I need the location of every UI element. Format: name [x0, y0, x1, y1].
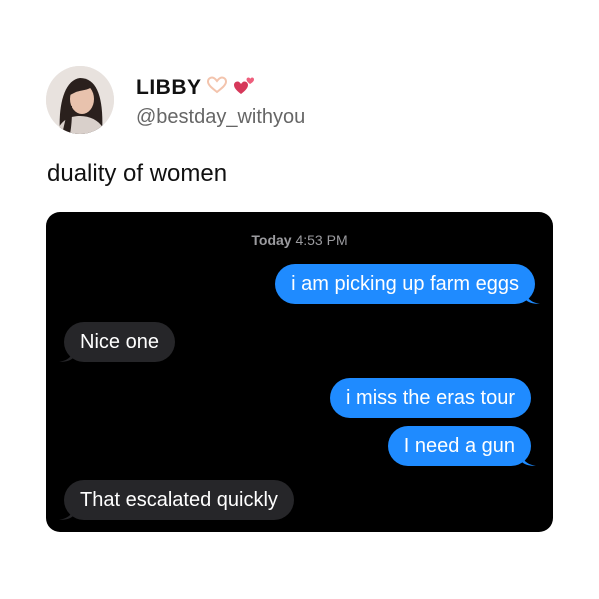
- user-handle[interactable]: @bestday_withyou: [136, 106, 305, 129]
- message-text: I need a gun: [403, 435, 515, 457]
- avatar-image: [46, 66, 114, 134]
- bubble-tail-icon: [59, 506, 73, 520]
- timestamp-time: 4:53 PM: [295, 232, 348, 248]
- bubble-tail-icon: [522, 452, 536, 466]
- message-text: Nice one: [80, 331, 159, 353]
- message-text: i am picking up farm eggs: [291, 273, 519, 295]
- heart-hands-icon: [206, 76, 228, 99]
- tweet-text: duality of women: [47, 160, 228, 187]
- bubble-tail-icon: [59, 348, 73, 362]
- two-hearts-icon: [232, 74, 256, 101]
- message-bubble-received: Nice one: [59, 322, 175, 362]
- message-bubble-sent: i miss the eras tour: [330, 378, 531, 418]
- chat-timestamp: Today 4:53 PM: [46, 232, 553, 248]
- name-row: LIBBY: [136, 74, 256, 101]
- message-bubble-received: That escalated quickly: [59, 480, 294, 520]
- message-bubble-sent: i am picking up farm eggs: [275, 264, 540, 304]
- timestamp-day: Today: [251, 232, 292, 248]
- message-bubble-sent: I need a gun: [387, 426, 536, 466]
- tweet-header: LIBBY @bestday_withyou: [46, 66, 446, 136]
- message-screenshot: Today 4:53 PM i am picking up farm eggs …: [46, 212, 553, 532]
- avatar[interactable]: [46, 66, 114, 134]
- bubble-tail-icon: [526, 290, 540, 304]
- message-text: That escalated quickly: [80, 489, 278, 511]
- display-name[interactable]: LIBBY: [136, 76, 202, 100]
- message-text: i miss the eras tour: [346, 387, 515, 409]
